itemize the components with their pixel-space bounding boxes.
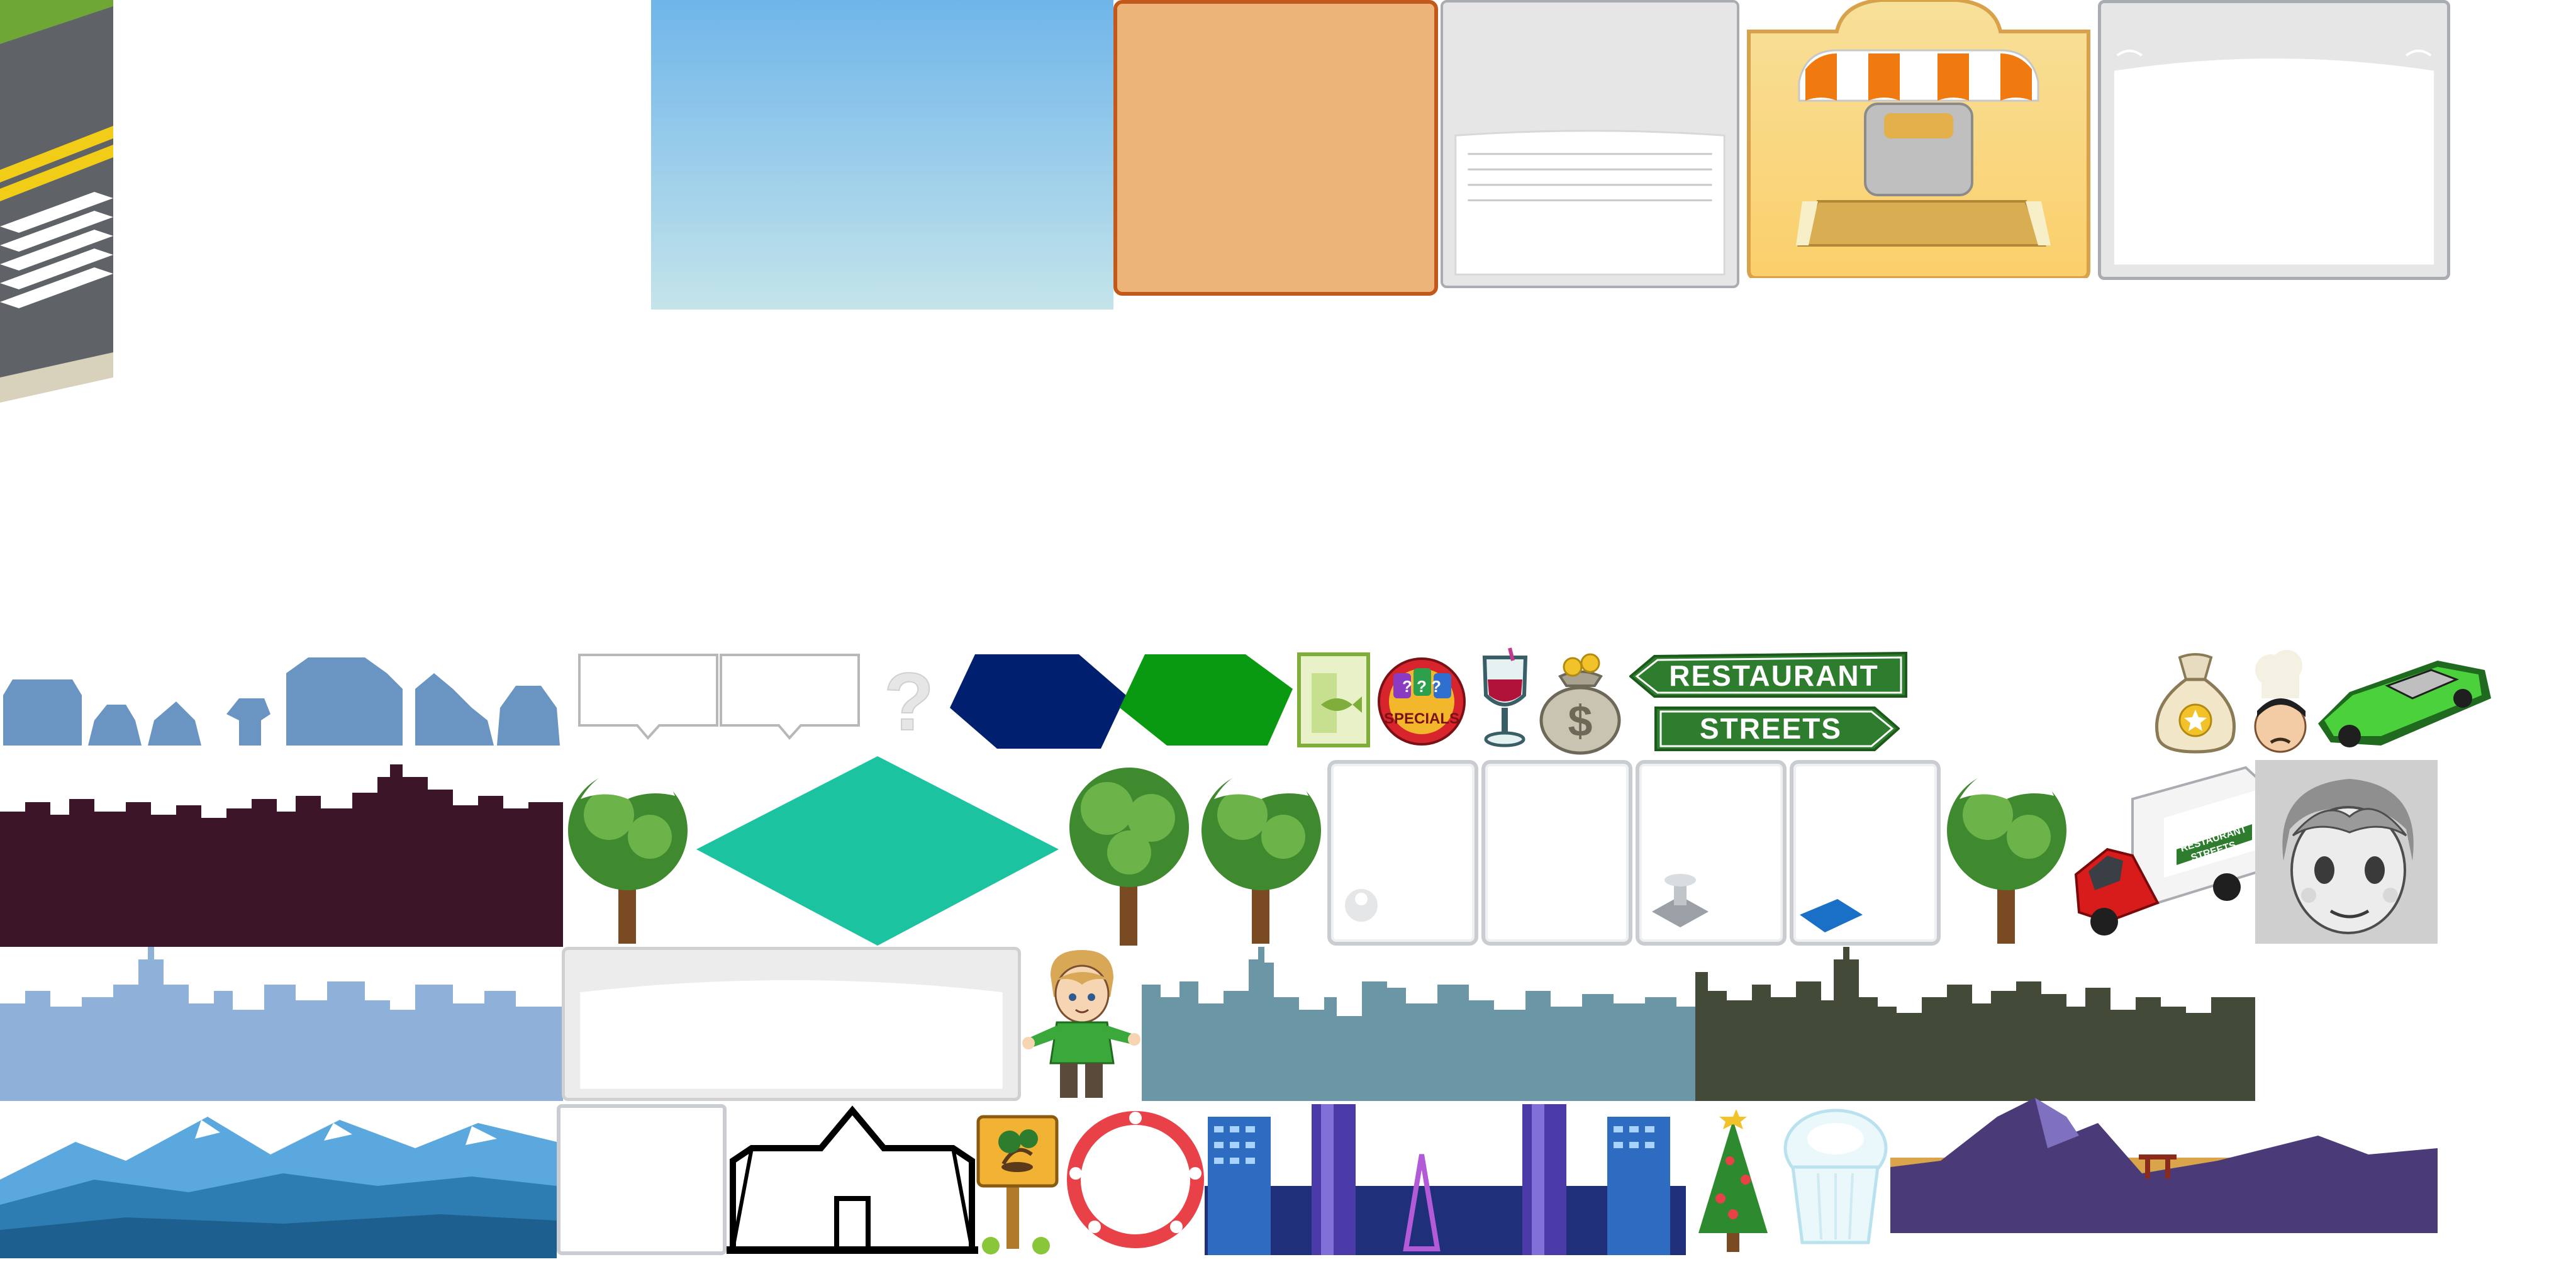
snowy-tree-icon — [1195, 755, 1327, 947]
delivery-truck-icon: RESTAURANT STREETS — [2070, 761, 2271, 944]
wine-glass-icon — [1475, 645, 1535, 752]
frosted-cupcake-icon — [1780, 1104, 1890, 1252]
streets-sign: STREETS — [1654, 705, 1900, 752]
slate-city-skyline — [1142, 947, 1714, 1101]
speech-bubble-box — [719, 653, 861, 741]
small-white-card — [557, 1104, 727, 1255]
specials-marks: ? ? ? — [1402, 677, 1441, 696]
blue-city-skyline — [0, 947, 563, 1101]
purple-mountain-backdrop — [1890, 1098, 2438, 1233]
snowy-mountains-backdrop — [0, 1104, 557, 1258]
food-stand-frame — [1742, 0, 2095, 278]
fish-menu-card — [1296, 651, 1371, 749]
question-mark-text: ? — [884, 657, 934, 739]
wide-white-panel — [562, 947, 1021, 1101]
money-bag-icon: $ — [1535, 648, 1626, 755]
night-city-strip — [1205, 1104, 1686, 1255]
item-card-empty — [1481, 760, 1632, 946]
specials-badge-icon: ? ? ? SPECIALS — [1374, 648, 1469, 749]
restaurant-sign: RESTAURANT — [1629, 651, 1909, 701]
money-bag-symbol: $ — [1568, 696, 1593, 746]
snowy-tree-icon — [562, 755, 694, 947]
restaurant-sign-text: RESTAURANT — [1669, 659, 1878, 692]
olive-city-skyline — [1695, 947, 2255, 1101]
item-card-water-tile — [1790, 760, 1941, 946]
coin-pouch-icon — [2148, 648, 2243, 755]
speech-bubble-box — [577, 653, 719, 741]
building-silhouettes-strip — [0, 651, 563, 746]
green-tree-icon — [1063, 758, 1195, 947]
chef-avatar-icon — [2246, 648, 2315, 755]
lined-notepad-panel — [1441, 0, 1739, 288]
green-car-icon — [2312, 648, 2494, 752]
star-wreath-ring-icon — [1063, 1104, 1208, 1255]
road-crosswalk-tile — [0, 0, 113, 403]
navy-floor-tile — [950, 651, 1126, 752]
white-frame-panel — [2098, 0, 2450, 280]
orange-dialog-panel — [1113, 0, 1438, 296]
question-mark-icon: ? — [874, 657, 944, 739]
snowy-tree-icon — [1941, 755, 2073, 947]
green-floor-tile — [1120, 651, 1293, 749]
player-avatar-portrait — [2255, 760, 2438, 944]
maroon-city-skyline — [0, 758, 563, 947]
boy-player-character — [1019, 947, 1142, 1104]
streets-sign-text: STREETS — [1700, 712, 1842, 745]
item-card-fountain — [1636, 760, 1787, 946]
sky-gradient-panel — [651, 0, 1113, 310]
christmas-tree-icon — [1686, 1104, 1780, 1255]
item-card-empty — [1327, 760, 1478, 946]
teal-diamond-tile — [695, 755, 1060, 947]
house-outline-icon — [727, 1104, 978, 1255]
bonsai-signboard-icon — [972, 1104, 1063, 1255]
specials-label: SPECIALS — [1384, 710, 1459, 727]
